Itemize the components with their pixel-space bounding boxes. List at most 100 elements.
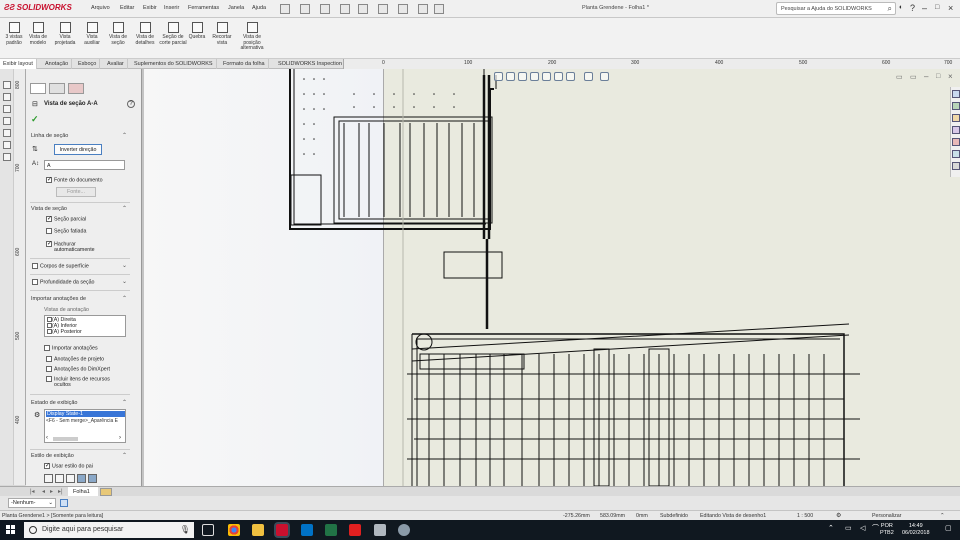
- resources-icon[interactable]: [952, 90, 960, 98]
- menu-exibir[interactable]: Exibir: [143, 5, 157, 11]
- display-state-list[interactable]: Display State-1 <F6 - Sem merge>_Aparênc…: [44, 409, 126, 443]
- file-explorer-icon[interactable]: [952, 114, 960, 122]
- document-font-checkbox[interactable]: ✓ Fonte do documento: [46, 177, 103, 183]
- tab-inspection[interactable]: SOLIDWORKS Inspection: [275, 59, 346, 69]
- app-icon[interactable]: [374, 524, 386, 536]
- microphone-icon[interactable]: 🎙: [180, 522, 190, 538]
- scroll-left-icon[interactable]: ‹: [46, 435, 48, 441]
- menu-ajuda[interactable]: Ajuda: [252, 5, 266, 11]
- options-icon[interactable]: [434, 4, 444, 14]
- menu-editar[interactable]: Editar: [120, 5, 134, 11]
- sheet-nav-prev-icon[interactable]: ◂: [42, 488, 45, 495]
- rebuild-status-icon[interactable]: ⚙: [836, 512, 841, 520]
- scene-icon[interactable]: [600, 72, 609, 81]
- chevron-up-icon[interactable]: ⌃: [122, 452, 127, 459]
- tab-exibir-layout[interactable]: Exibir layout: [0, 59, 37, 69]
- appearances-icon[interactable]: [952, 138, 960, 146]
- appearance-icon[interactable]: [584, 72, 593, 81]
- hide-show-icon[interactable]: [566, 72, 575, 81]
- view-orientation-icon[interactable]: [542, 72, 551, 81]
- windows-start-icon[interactable]: [6, 525, 16, 535]
- chevron-down-icon[interactable]: ⌄: [122, 278, 127, 285]
- chevron-up-icon[interactable]: ⌃: [122, 399, 127, 406]
- alternate-position-view-button[interactable]: Vista de posição alternativa: [236, 22, 268, 52]
- section-depth-checkbox[interactable]: Profundidade da seção: [32, 279, 94, 285]
- user-icon[interactable]: ◐: [899, 4, 903, 11]
- tab-avaliar[interactable]: Avaliar: [104, 59, 128, 69]
- view-close-icon[interactable]: ×: [948, 72, 953, 81]
- tab-esboco[interactable]: Esboço: [75, 59, 101, 69]
- sheet-nav-last-icon[interactable]: ▸|: [58, 488, 63, 495]
- tab-anotacao[interactable]: Anotação: [42, 59, 73, 69]
- file-explorer-icon[interactable]: [252, 524, 264, 536]
- dimxpert-annotations-checkbox[interactable]: Anotações do DimXpert: [46, 366, 110, 372]
- crop-view-button[interactable]: Recortar vista: [208, 22, 236, 46]
- view-palette-icon[interactable]: [3, 105, 11, 113]
- select-icon[interactable]: [398, 4, 408, 14]
- ok-check-icon[interactable]: ✓: [31, 114, 39, 125]
- split-icon[interactable]: ▭: [910, 73, 917, 81]
- flip-direction-button[interactable]: Inverter direção: [54, 144, 102, 155]
- previous-view-icon[interactable]: [518, 72, 527, 81]
- list-item[interactable]: <F6 - Sem merge>_Aparência E: [46, 418, 118, 424]
- section-header-vista[interactable]: Vista de seção: [31, 206, 131, 212]
- display-style-icon[interactable]: [554, 72, 563, 81]
- open-icon[interactable]: [320, 4, 330, 14]
- sliced-section-checkbox[interactable]: Seção fatiada: [46, 228, 86, 234]
- use-parent-style-checkbox[interactable]: ✓ Usar estilo do pai: [44, 463, 93, 469]
- acrobat-icon[interactable]: [349, 524, 361, 536]
- sheet-nav-first-icon[interactable]: |◂: [30, 488, 35, 495]
- wireframe-icon[interactable]: [44, 474, 53, 483]
- model-view-button[interactable]: Vista de modelo: [24, 22, 52, 46]
- design-library-icon[interactable]: [952, 102, 960, 110]
- graphics-area[interactable]: ▭ ▭ – □ ×: [144, 69, 960, 486]
- solidworks-forum-icon[interactable]: [952, 162, 960, 170]
- layer-icon[interactable]: [3, 93, 11, 101]
- volume-icon[interactable]: ◁: [860, 525, 865, 533]
- custom-properties-icon[interactable]: [952, 150, 960, 158]
- list-item[interactable]: (A) Posterior: [47, 329, 82, 335]
- align-icon[interactable]: [3, 117, 11, 125]
- pointer-icon[interactable]: [3, 81, 11, 89]
- zoom-to-fit-icon[interactable]: [494, 72, 503, 81]
- line-format-icon[interactable]: [3, 141, 11, 149]
- list-item-selected[interactable]: Display State-1: [46, 411, 125, 417]
- status-scale[interactable]: 1 : 500: [797, 512, 813, 520]
- hidden-lines-visible-icon[interactable]: [55, 474, 64, 483]
- print-icon[interactable]: [358, 4, 368, 14]
- section-header-importar[interactable]: Importar anotações de: [31, 296, 131, 302]
- minimize-icon[interactable]: –: [922, 3, 927, 13]
- section-view-button[interactable]: Vista de seção: [104, 22, 132, 46]
- new-document-icon[interactable]: [300, 4, 310, 14]
- help-search-input[interactable]: Pesquisar a Ajuda do SOLIDWORKS ⌕: [776, 2, 896, 15]
- chevron-up-icon[interactable]: ⌃: [122, 295, 127, 302]
- chrome-icon[interactable]: [228, 524, 240, 536]
- menu-inserir[interactable]: Inserir: [164, 5, 179, 11]
- people-icon[interactable]: ⌃: [828, 525, 834, 533]
- view-minimize-icon[interactable]: –: [924, 72, 928, 81]
- break-button[interactable]: Quebra: [183, 22, 211, 41]
- help-icon[interactable]: ?: [127, 100, 135, 108]
- solidworks-logo[interactable]: ƧƧ SOLIDWORKS: [4, 3, 72, 12]
- chevron-down-icon[interactable]: ⌄: [122, 262, 127, 269]
- maximize-icon[interactable]: □: [935, 4, 939, 11]
- layer-select[interactable]: -Nenhum- ⌄: [8, 498, 56, 508]
- section-view-icon[interactable]: [530, 72, 539, 81]
- menu-janela[interactable]: Janela: [228, 5, 244, 11]
- solidworks-taskbar-icon[interactable]: [276, 524, 288, 536]
- tab-formato-folha[interactable]: Formato da folha: [220, 59, 269, 69]
- shaded-edges-icon[interactable]: [77, 474, 86, 483]
- projected-view-button[interactable]: Vista projetada: [51, 22, 79, 46]
- close-icon[interactable]: ×: [948, 3, 953, 13]
- hidden-lines-removed-icon[interactable]: [66, 474, 75, 483]
- auxiliary-view-button[interactable]: Vista auxiliar: [78, 22, 106, 46]
- menu-ferramentas[interactable]: Ferramentas: [188, 5, 219, 11]
- import-annotations-checkbox[interactable]: Importar anotações: [44, 345, 98, 351]
- tab-suplementos[interactable]: Suplementos do SOLIDWORKS: [131, 59, 217, 69]
- tile-icon[interactable]: ▭: [896, 73, 903, 81]
- snap-icon[interactable]: [3, 153, 11, 161]
- wifi-icon[interactable]: ⌒: [872, 525, 879, 533]
- help-icon[interactable]: ?: [910, 3, 915, 13]
- language-indicator[interactable]: POR PTB2: [880, 523, 894, 536]
- font-button[interactable]: Fonte...: [56, 187, 96, 197]
